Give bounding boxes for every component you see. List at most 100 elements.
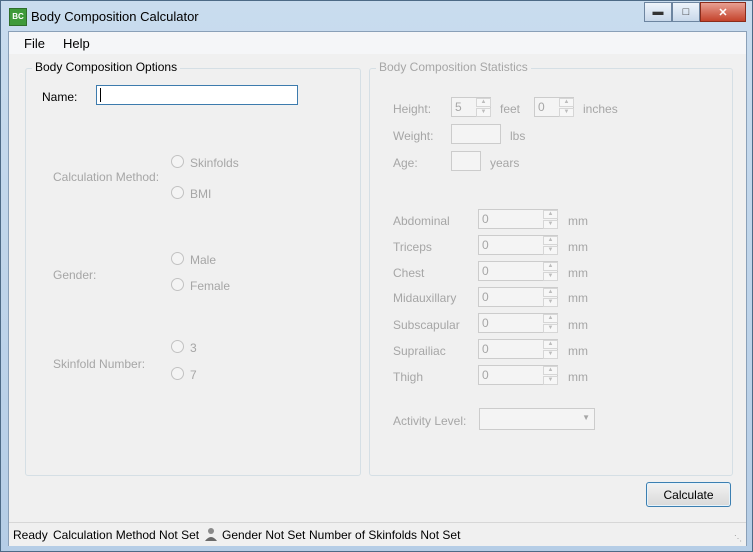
- maximize-button[interactable]: □: [672, 2, 700, 22]
- measure-value: 0: [482, 368, 489, 382]
- measure-thigh-spinner[interactable]: 0 ▲ ▼: [478, 365, 558, 385]
- measure-value: 0: [482, 212, 489, 226]
- status-ready: Ready: [13, 528, 48, 542]
- user-icon: [205, 528, 217, 541]
- spin-down-icon: ▼: [543, 376, 558, 385]
- spin-down-icon: ▼: [543, 298, 558, 307]
- measure-thigh-label: Thigh: [393, 370, 424, 384]
- radio-bmi-label: BMI: [190, 187, 212, 201]
- spin-down-icon: ▼: [543, 272, 558, 281]
- chevron-down-icon: ▼: [582, 413, 590, 422]
- height-feet-spinner[interactable]: 5 ▲ ▼: [451, 97, 491, 117]
- minimize-button[interactable]: ▬: [644, 2, 672, 22]
- client-area: File Help Body Composition Options Name:…: [8, 31, 747, 546]
- measure-unit: mm: [568, 291, 588, 305]
- menu-bar: File Help: [9, 32, 746, 54]
- spin-arrows[interactable]: ▲ ▼: [542, 236, 558, 255]
- height-inches-value: 0: [538, 100, 545, 114]
- spin-up-icon: ▲: [476, 98, 491, 107]
- measure-abdominal-spinner[interactable]: 0 ▲ ▼: [478, 209, 558, 229]
- calc-method-label: Calculation Method:: [53, 170, 160, 184]
- radio-male-label: Male: [190, 253, 217, 267]
- age-unit: years: [490, 156, 520, 170]
- spin-arrows[interactable]: ▲ ▼: [542, 340, 558, 359]
- caption-buttons: ▬ □ ✕: [644, 2, 746, 22]
- spin-up-icon: ▲: [543, 236, 558, 245]
- radio-male[interactable]: [171, 252, 184, 265]
- measure-unit: mm: [568, 214, 588, 228]
- spin-up-icon: ▲: [543, 210, 558, 219]
- close-button[interactable]: ✕: [700, 2, 746, 22]
- status-calc-method: Calculation Method Not Set: [53, 528, 200, 542]
- minimize-icon: ▬: [652, 6, 664, 18]
- activity-level-select[interactable]: ▼: [479, 408, 595, 430]
- measure-subscapular-label: Subscapular: [393, 318, 460, 332]
- spin-arrows[interactable]: ▲ ▼: [542, 288, 558, 307]
- measure-unit: mm: [568, 240, 588, 254]
- measure-value: 0: [482, 238, 489, 252]
- measure-chest-spinner[interactable]: 0 ▲ ▼: [478, 261, 558, 281]
- weight-input[interactable]: [451, 124, 501, 144]
- spin-arrows[interactable]: ▲ ▼: [542, 314, 558, 333]
- measure-unit: mm: [568, 318, 588, 332]
- weight-unit: lbs: [510, 129, 526, 143]
- activity-level-label: Activity Level:: [393, 414, 467, 428]
- spin-down-icon: ▼: [559, 108, 574, 117]
- measure-unit: mm: [568, 266, 588, 280]
- radio-3[interactable]: [171, 340, 184, 353]
- title-bar[interactable]: BC Body Composition Calculator ▬ □ ✕: [1, 1, 752, 31]
- spin-arrows[interactable]: ▲ ▼: [542, 262, 558, 281]
- spin-up-icon: ▲: [543, 314, 558, 323]
- calculate-button[interactable]: Calculate: [646, 482, 731, 507]
- app-icon: BC: [9, 8, 27, 26]
- height-feet-arrows[interactable]: ▲ ▼: [475, 98, 491, 117]
- measure-value: 0: [482, 342, 489, 356]
- spin-down-icon: ▼: [543, 324, 558, 333]
- radio-7[interactable]: [171, 367, 184, 380]
- spin-down-icon: ▼: [543, 246, 558, 255]
- measure-unit: mm: [568, 344, 588, 358]
- measure-value: 0: [482, 290, 489, 304]
- status-skinfolds: Number of Skinfolds Not Set: [309, 528, 461, 542]
- age-input[interactable]: [451, 151, 481, 171]
- height-inches-arrows[interactable]: ▲ ▼: [558, 98, 574, 117]
- stats-group-title: Body Composition Statistics: [376, 60, 531, 74]
- feet-unit: feet: [500, 102, 521, 116]
- spin-up-icon: ▲: [543, 340, 558, 349]
- spin-up-icon: ▲: [543, 288, 558, 297]
- measure-triceps-spinner[interactable]: 0 ▲ ▼: [478, 235, 558, 255]
- measure-value: 0: [482, 264, 489, 278]
- measure-suprailiac-label: Suprailiac: [393, 344, 446, 358]
- radio-skinfolds-label: Skinfolds: [190, 156, 239, 170]
- window-title: Body Composition Calculator: [31, 9, 199, 24]
- app-window: BC Body Composition Calculator ▬ □ ✕ Fil…: [0, 0, 753, 552]
- menu-file-label: File: [24, 36, 45, 51]
- status-gender: Gender Not Set: [222, 528, 306, 542]
- inches-unit: inches: [583, 102, 618, 116]
- text-caret: [100, 88, 101, 102]
- spin-down-icon: ▼: [543, 220, 558, 229]
- measure-midauxillary-spinner[interactable]: 0 ▲ ▼: [478, 287, 558, 307]
- measure-chest-label: Chest: [393, 266, 425, 280]
- name-label: Name:: [42, 90, 78, 104]
- measure-subscapular-spinner[interactable]: 0 ▲ ▼: [478, 313, 558, 333]
- menu-file[interactable]: File: [24, 36, 45, 51]
- resize-grip-icon[interactable]: ⋱: [734, 534, 744, 544]
- spin-arrows[interactable]: ▲ ▼: [542, 366, 558, 385]
- spin-arrows[interactable]: ▲ ▼: [542, 210, 558, 229]
- measure-unit: mm: [568, 370, 588, 384]
- spin-up-icon: ▲: [543, 262, 558, 271]
- menu-help[interactable]: Help: [63, 36, 90, 51]
- name-input[interactable]: [96, 85, 298, 105]
- radio-female-label: Female: [190, 279, 231, 293]
- options-group: Body Composition Options Name: Calculati…: [25, 60, 361, 476]
- measure-midauxillary-label: Midauxillary: [393, 291, 457, 305]
- spin-down-icon: ▼: [543, 350, 558, 359]
- height-feet-value: 5: [455, 100, 462, 114]
- height-inches-spinner[interactable]: 0 ▲ ▼: [534, 97, 574, 117]
- radio-female[interactable]: [171, 278, 184, 291]
- radio-bmi[interactable]: [171, 186, 184, 199]
- menu-help-label: Help: [63, 36, 90, 51]
- measure-suprailiac-spinner[interactable]: 0 ▲ ▼: [478, 339, 558, 359]
- radio-skinfolds[interactable]: [171, 155, 184, 168]
